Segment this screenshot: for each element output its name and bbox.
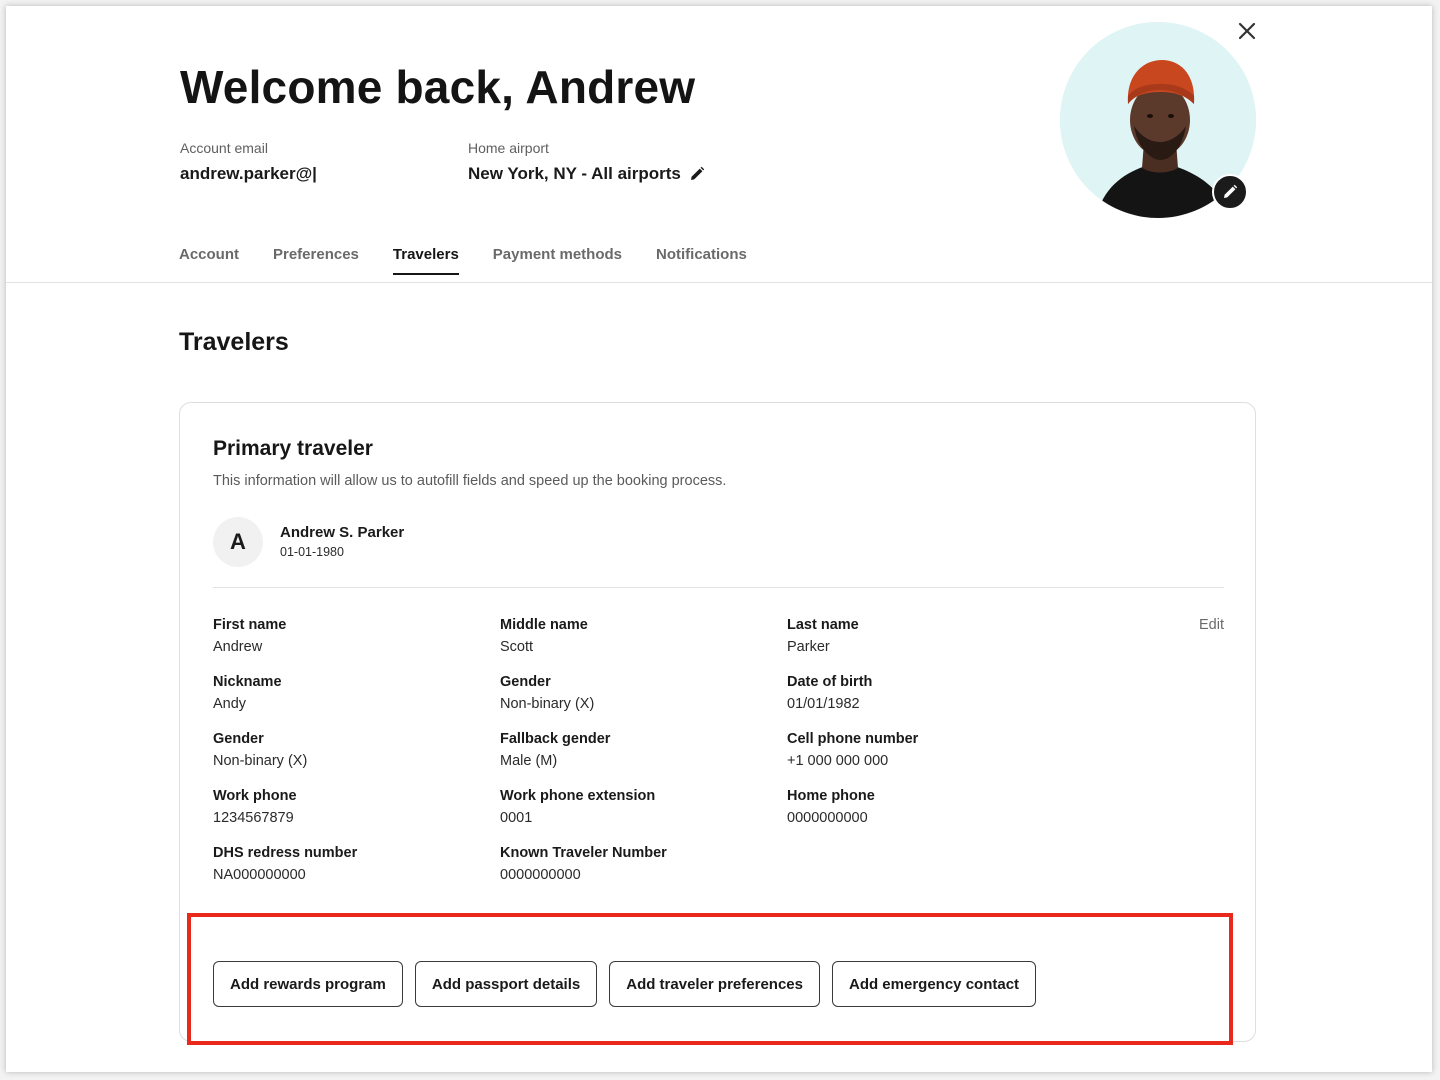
field-home-phone: Home phone 0000000000 <box>787 788 1074 826</box>
field-value: Parker <box>787 639 830 655</box>
field-work-phone: Work phone 1234567879 <box>213 788 500 826</box>
field-label: Cell phone number <box>787 731 919 747</box>
field-label: Home phone <box>787 788 875 804</box>
card-subtitle: This information will allow us to autofi… <box>213 473 727 489</box>
tab-travelers[interactable]: Travelers <box>392 238 459 275</box>
field-fallback-gender: Fallback gender Male (M) <box>500 731 787 769</box>
field-value: Male (M) <box>500 753 558 769</box>
field-middle-name: Middle name Scott <box>500 617 787 655</box>
field-label: Date of birth <box>787 674 873 690</box>
pencil-icon <box>1224 184 1238 198</box>
tab-payment-methods[interactable]: Payment methods <box>493 238 622 275</box>
field-value: Non-binary (X) <box>213 753 308 769</box>
tab-preferences[interactable]: Preferences <box>273 238 359 275</box>
field-value: 0001 <box>500 810 533 826</box>
home-airport-label: Home airport <box>468 140 549 156</box>
home-airport-block: Home airport New York, NY - All airports <box>468 140 705 184</box>
tab-account[interactable]: Account <box>179 238 239 275</box>
section-title: Travelers <box>179 328 289 356</box>
field-value: 0000000000 <box>500 867 581 883</box>
traveler-actions: Add rewards program Add passport details… <box>213 961 1037 1007</box>
add-rewards-program-button[interactable]: Add rewards program <box>213 961 403 1007</box>
field-label: Work phone extension <box>500 788 656 804</box>
add-traveler-preferences-button[interactable]: Add traveler preferences <box>609 961 820 1007</box>
field-label: Known Traveler Number <box>500 845 667 861</box>
account-email-block: Account email andrew.parker@| <box>180 140 317 184</box>
primary-traveler-card: Primary traveler This information will a… <box>179 402 1256 1042</box>
field-first-name: First name Andrew <box>213 617 500 655</box>
card-divider <box>213 587 1224 588</box>
field-cell-phone: Cell phone number +1 000 000 000 <box>787 731 1074 769</box>
field-value: 0000000000 <box>787 810 868 826</box>
traveler-name: Andrew S. Parker <box>280 524 405 541</box>
add-passport-details-button[interactable]: Add passport details <box>414 961 598 1007</box>
field-value: Scott <box>500 639 534 655</box>
add-emergency-contact-button[interactable]: Add emergency contact <box>831 961 1037 1007</box>
profile-window: Welcome back, Andrew Account email andre… <box>6 6 1432 1072</box>
field-label: Gender <box>213 731 264 747</box>
traveler-fields: First name Andrew Middle name Scott Last… <box>213 617 1113 883</box>
field-value: Andrew <box>213 639 263 655</box>
field-label: Gender <box>500 674 551 690</box>
edit-avatar-button[interactable] <box>1212 174 1248 210</box>
profile-tabs: Account Preferences Travelers Payment me… <box>179 238 781 275</box>
field-label: Middle name <box>500 617 588 633</box>
account-email-label: Account email <box>180 140 268 156</box>
home-airport-value: New York, NY - All airports <box>468 164 681 183</box>
field-last-name: Last name Parker <box>787 617 1074 655</box>
field-work-phone-extension: Work phone extension 0001 <box>500 788 787 826</box>
field-gender: Gender Non-binary (X) <box>500 674 787 712</box>
field-nickname: Nickname Andy <box>213 674 500 712</box>
field-gender-2: Gender Non-binary (X) <box>213 731 500 769</box>
field-label: DHS redress number <box>213 845 358 861</box>
field-label: Last name <box>787 617 859 633</box>
traveler-initial-avatar: A <box>213 517 263 567</box>
field-label: Nickname <box>213 674 282 690</box>
home-airport-row: New York, NY - All airports <box>468 164 705 184</box>
field-label: First name <box>213 617 287 633</box>
field-known-traveler-number: Known Traveler Number 0000000000 <box>500 845 787 883</box>
field-value: 01/01/1982 <box>787 696 860 712</box>
edit-link[interactable]: Edit <box>1199 617 1224 633</box>
header-divider <box>6 282 1432 283</box>
field-value: 1234567879 <box>213 810 294 826</box>
field-date-of-birth: Date of birth 01/01/1982 <box>787 674 1074 712</box>
field-label: Fallback gender <box>500 731 611 747</box>
pencil-icon[interactable] <box>689 166 705 182</box>
card-title: Primary traveler <box>213 437 373 460</box>
field-dhs-redress: DHS redress number NA000000000 <box>213 845 500 883</box>
field-value: NA000000000 <box>213 867 306 883</box>
tab-notifications[interactable]: Notifications <box>656 238 747 275</box>
field-label: Work phone <box>213 788 297 804</box>
page-title: Welcome back, Andrew <box>180 61 696 113</box>
traveler-dob: 01-01-1980 <box>280 545 344 559</box>
account-email-value: andrew.parker@| <box>180 164 317 183</box>
field-value: +1 000 000 000 <box>787 753 889 769</box>
field-value: Non-binary (X) <box>500 696 595 712</box>
field-value: Andy <box>213 696 247 712</box>
avatar <box>1060 22 1256 218</box>
